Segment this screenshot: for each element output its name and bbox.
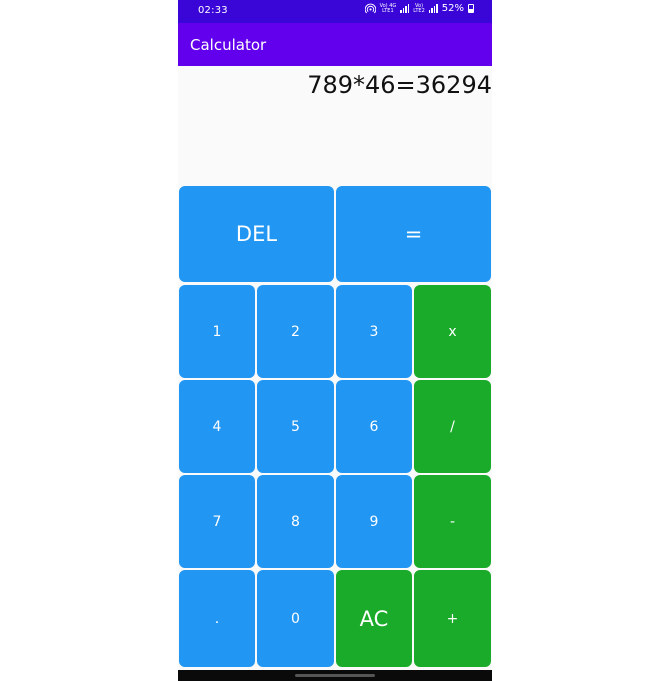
divide-button[interactable]: / — [414, 380, 491, 473]
digit-8-button[interactable]: 8 — [257, 475, 334, 568]
plus-button[interactable]: + — [414, 570, 491, 667]
digit-6-button[interactable]: 6 — [336, 380, 412, 473]
signal-icon — [428, 4, 438, 13]
network1-label: Vo) 4G LTE1 — [379, 2, 397, 14]
phone-screen: 02:33 Vo) 4G LTE1 Vo) LTE2 52% Calculato… — [178, 0, 492, 681]
equals-button[interactable]: = — [336, 186, 491, 282]
status-bar: 02:33 Vo) 4G LTE1 Vo) LTE2 52% — [178, 0, 492, 23]
app-title: Calculator — [190, 36, 267, 54]
digit-7-button[interactable]: 7 — [179, 475, 255, 568]
status-time: 02:33 — [198, 5, 228, 16]
digit-3-button[interactable]: 3 — [336, 285, 412, 378]
calculator-display: 789*46=36294 — [178, 66, 492, 186]
minus-button[interactable]: - — [414, 475, 491, 568]
digit-2-button[interactable]: 2 — [257, 285, 334, 378]
battery-percent: 52% — [441, 3, 464, 14]
decimal-point-button[interactable]: . — [179, 570, 255, 667]
digit-4-button[interactable]: 4 — [179, 380, 255, 473]
app-bar: Calculator — [178, 23, 492, 66]
digit-0-button[interactable]: 0 — [257, 570, 334, 667]
digit-9-button[interactable]: 9 — [336, 475, 412, 568]
status-icons: Vo) 4G LTE1 Vo) LTE2 52% — [364, 2, 474, 14]
network2-label: Vo) LTE2 — [413, 2, 425, 14]
keypad: DEL = 1 2 3 x 4 5 6 / 7 8 9 - . 0 AC + — [178, 186, 492, 670]
del-button[interactable]: DEL — [179, 186, 334, 282]
digit-1-button[interactable]: 1 — [179, 285, 255, 378]
navigation-bar — [178, 670, 492, 681]
battery-icon — [468, 4, 474, 13]
hotspot-icon — [364, 3, 376, 14]
expression-text: 789*46=36294 — [307, 71, 492, 99]
digit-5-button[interactable]: 5 — [257, 380, 334, 473]
home-indicator[interactable] — [295, 674, 375, 677]
multiply-button[interactable]: x — [414, 285, 491, 378]
signal-icon — [400, 4, 410, 13]
all-clear-button[interactable]: AC — [336, 570, 412, 667]
